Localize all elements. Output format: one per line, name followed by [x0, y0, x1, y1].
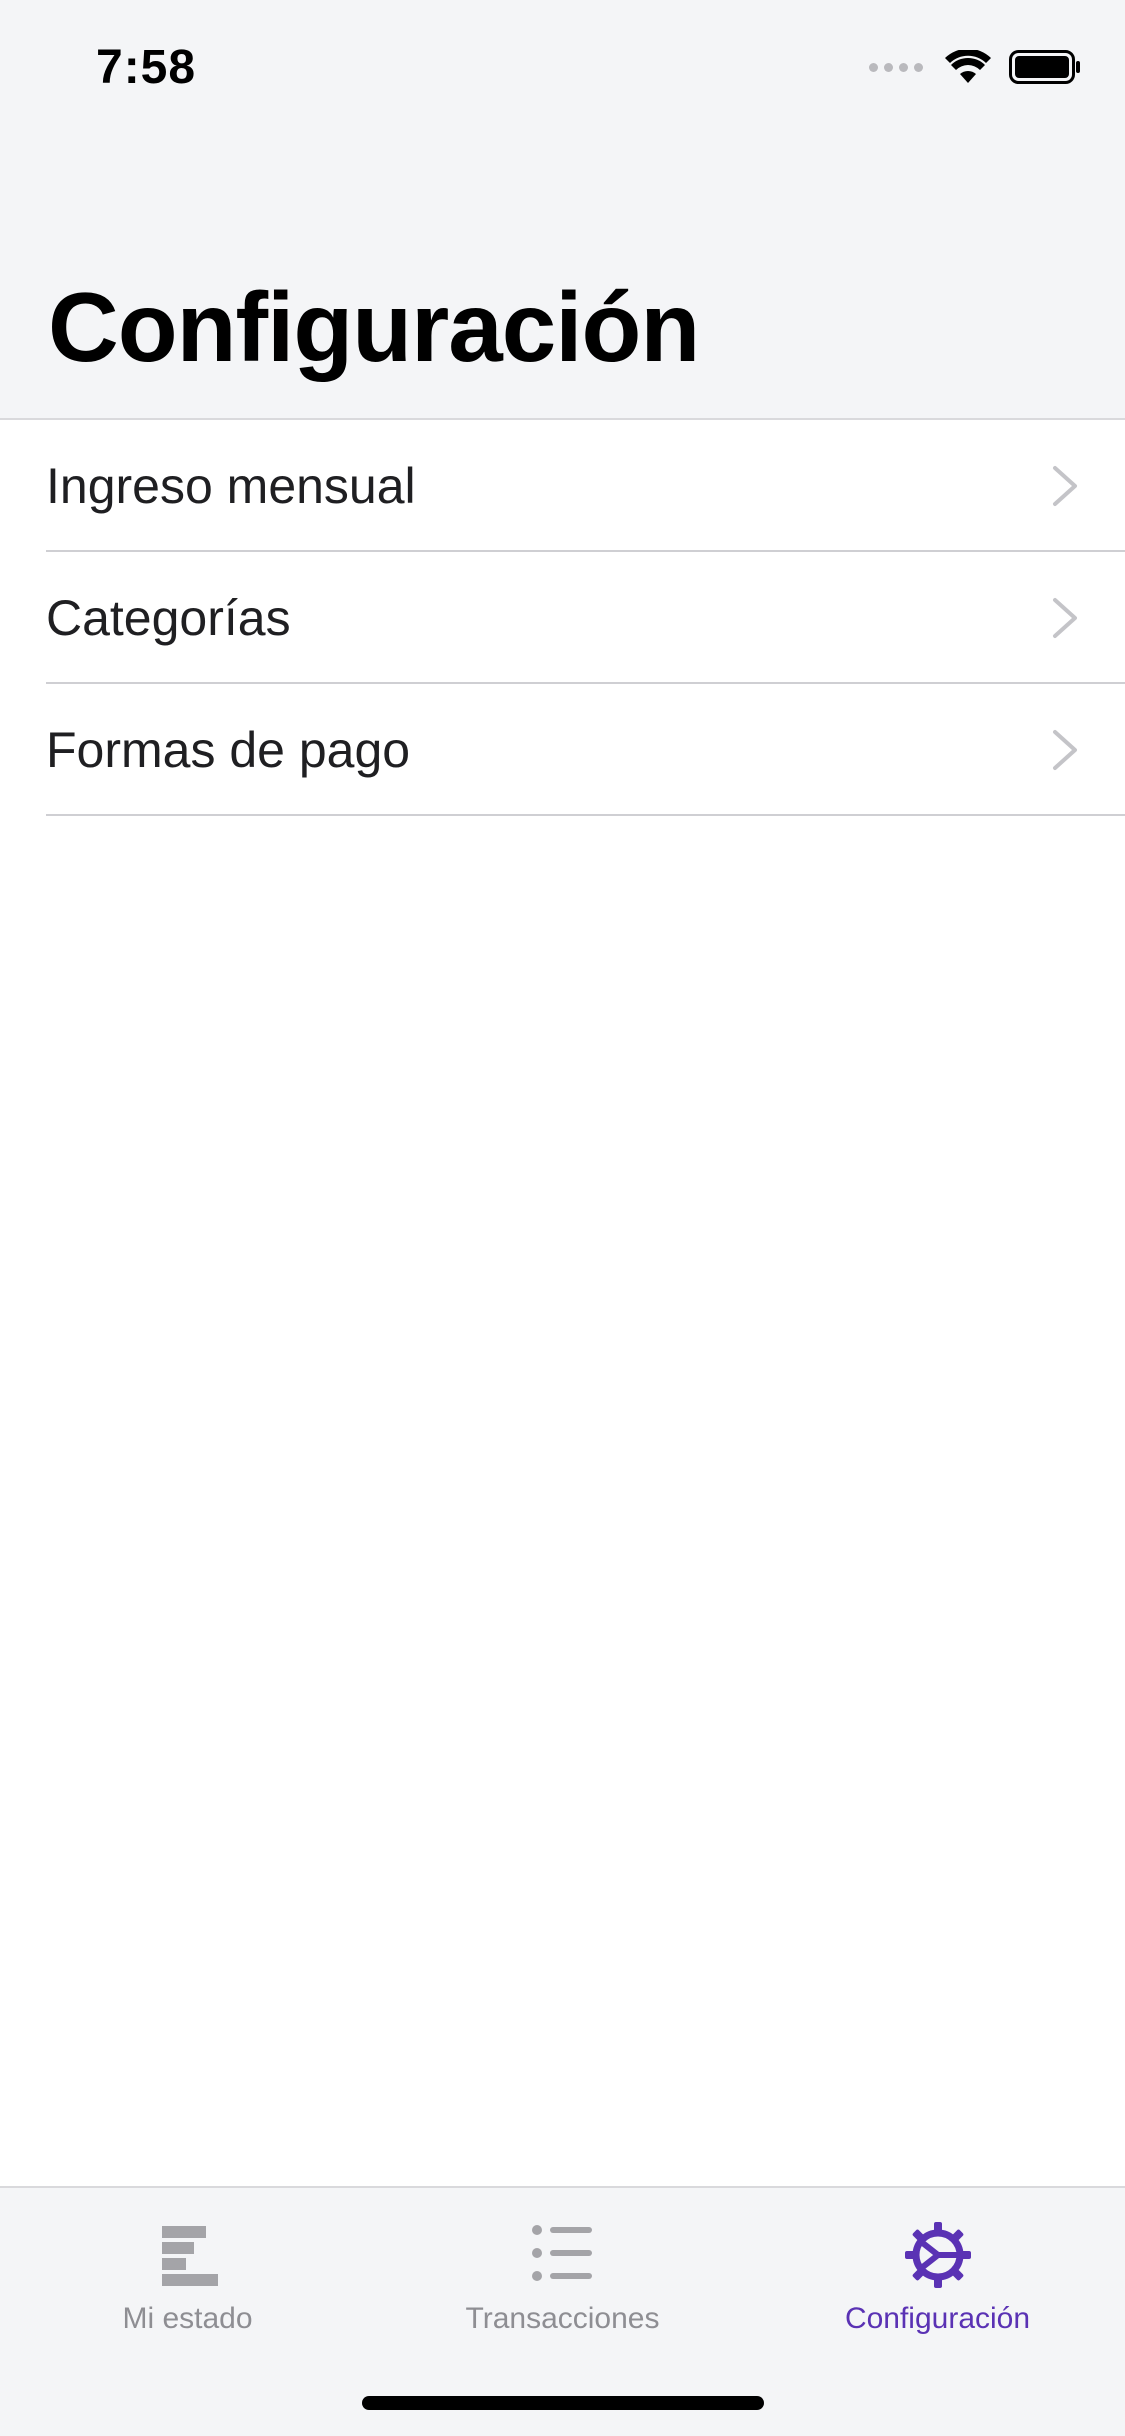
- settings-item-categorias[interactable]: Categorías: [0, 552, 1125, 684]
- chevron-right-icon: [1053, 730, 1077, 770]
- navigation-header: 7:58 Configuración: [0, 0, 1125, 420]
- tab-label: Configuración: [844, 2302, 1031, 2335]
- chevron-right-icon: [1053, 598, 1077, 638]
- home-indicator[interactable]: [362, 2396, 764, 2410]
- page-title: Configuración: [48, 272, 700, 382]
- gear-icon: [904, 2222, 971, 2288]
- bar-chart-icon: [161, 2226, 218, 2286]
- tab-label: Transacciones: [465, 2302, 660, 2335]
- settings-item-formas-de-pago[interactable]: Formas de pago: [0, 684, 1125, 816]
- tab-label: Mi estado: [122, 2302, 253, 2335]
- settings-item-label: Categorías: [46, 590, 291, 646]
- status-time: 7:58: [96, 41, 197, 94]
- tab-transacciones[interactable]: Transacciones: [375, 2212, 750, 2362]
- settings-item-label: Ingreso mensual: [46, 458, 416, 514]
- settings-item-ingreso-mensual[interactable]: Ingreso mensual: [0, 420, 1125, 552]
- tab-configuracion[interactable]: Configuración: [750, 2212, 1125, 2362]
- battery-icon: [1009, 50, 1080, 84]
- settings-item-label: Formas de pago: [46, 722, 411, 778]
- wifi-icon: [945, 50, 991, 83]
- signal-icon: [869, 62, 923, 72]
- list-icon: [531, 2225, 592, 2281]
- status-indicators: [869, 50, 1081, 84]
- tab-mi-estado[interactable]: Mi estado: [0, 2212, 375, 2362]
- chevron-right-icon: [1053, 466, 1077, 506]
- settings-list: Ingreso mensual Categorías Formas de pag…: [0, 420, 1125, 816]
